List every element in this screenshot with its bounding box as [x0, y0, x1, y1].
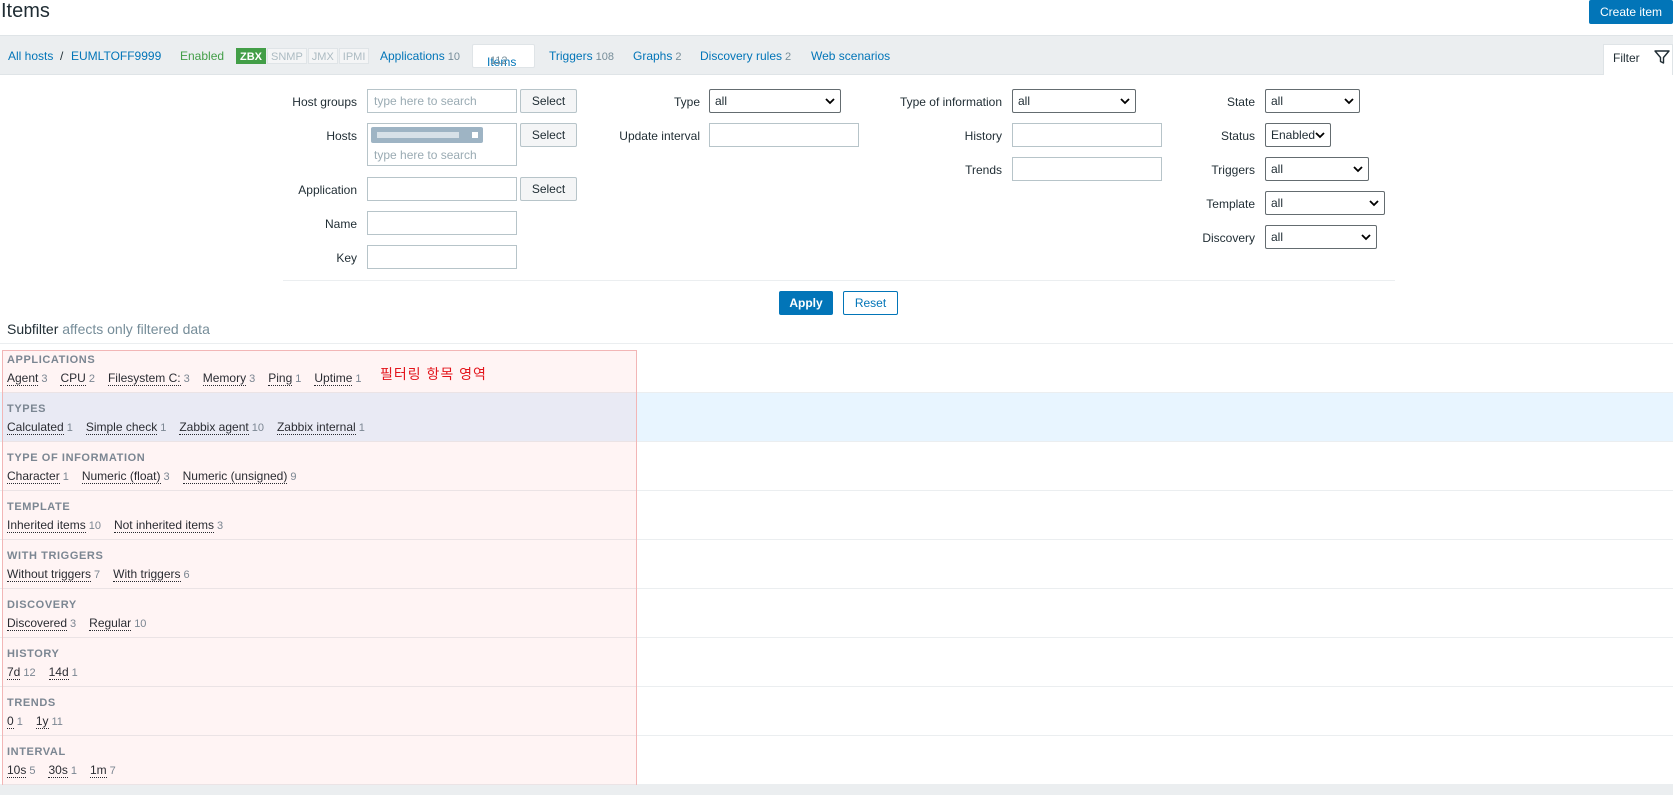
type-select-value: all — [715, 94, 728, 108]
subfilter-note: affects only filtered data — [62, 321, 210, 337]
tab-triggers[interactable]: Triggers 108 — [549, 49, 614, 63]
filter-toggle-tab[interactable]: Filter — [1603, 44, 1673, 77]
type-label: Type — [673, 95, 700, 109]
host-groups-label: Host groups — [292, 95, 357, 109]
template-select-value: all — [1271, 196, 1284, 210]
key-label: Key — [336, 251, 357, 265]
chevron-down-icon — [1369, 200, 1379, 207]
tab-discovery-rules[interactable]: Discovery rules 2 — [700, 49, 791, 63]
update-interval-input[interactable] — [709, 123, 859, 147]
triggers-label: Triggers — [1211, 163, 1255, 177]
type-select[interactable]: all — [709, 89, 841, 113]
application-select-button[interactable]: Select — [520, 177, 577, 201]
subfilter-heading: Subfilter affects only filtered data — [7, 321, 210, 337]
host-link[interactable]: EUMLTOFF9999 — [71, 49, 161, 63]
chevron-down-icon — [1344, 98, 1354, 105]
type-of-information-label: Type of information — [899, 95, 1002, 109]
page-title: Items — [1, 0, 50, 22]
state-label: State — [1226, 95, 1255, 109]
tab-graphs-label: Graphs — [633, 49, 673, 63]
tab-items[interactable]: Items 112 — [472, 44, 535, 69]
filter-panel: Host groups type here to search Select H… — [0, 75, 1673, 320]
chevron-down-icon — [1315, 132, 1325, 139]
application-label: Application — [298, 183, 357, 197]
update-interval-label: Update interval — [619, 129, 700, 143]
template-select[interactable]: all — [1265, 191, 1385, 215]
filter-icon — [1654, 50, 1670, 64]
items-page: Items Create item All hosts / EUMLTOFF99… — [0, 0, 1673, 795]
tab-triggers-label: Triggers — [549, 49, 593, 63]
tab-applications[interactable]: Applications 10 — [380, 49, 460, 63]
tab-applications-count: 10 — [447, 51, 460, 63]
discovery-select-value: all — [1271, 230, 1284, 244]
host-status-enabled[interactable]: Enabled — [180, 49, 224, 63]
triggers-select-value: all — [1271, 162, 1284, 176]
host-navigation: All hosts / EUMLTOFF9999 Enabled ZBX SNM… — [0, 35, 1673, 77]
redacted-host-name — [377, 132, 459, 138]
host-groups-select-button[interactable]: Select — [520, 89, 577, 113]
chevron-down-icon — [1361, 234, 1371, 241]
annotation-label: 필터링 항목 영역 — [380, 366, 487, 382]
tab-discovery-rules-label: Discovery rules — [700, 49, 783, 63]
highlight-overlay — [2, 350, 637, 790]
discovery-label: Discovery — [1202, 231, 1255, 245]
name-input[interactable] — [367, 211, 517, 235]
triggers-select[interactable]: all — [1265, 157, 1369, 181]
remove-chip-icon[interactable] — [472, 132, 478, 138]
history-input[interactable] — [1012, 123, 1162, 147]
hosts-select-button[interactable]: Select — [520, 123, 577, 147]
tab-graphs-count: 2 — [675, 51, 682, 63]
breadcrumb-separator: / — [60, 49, 64, 63]
history-label: History — [964, 129, 1002, 143]
create-item-button[interactable]: Create item — [1589, 0, 1673, 24]
ipmi-badge: IPMI — [338, 48, 370, 64]
application-input[interactable] — [367, 177, 517, 201]
type-of-information-select[interactable]: all — [1012, 89, 1136, 113]
tab-graphs[interactable]: Graphs 2 — [633, 49, 681, 63]
tab-web-scenarios-label: Web scenarios — [811, 49, 891, 63]
selected-host-chip[interactable] — [371, 127, 483, 143]
snmp-badge: SNMP — [267, 48, 307, 64]
status-select-value: Enabled — [1271, 128, 1316, 142]
availability-indicators: ZBX SNMP JMX IPMI — [236, 48, 370, 64]
page-header: Items Create item — [0, 0, 1673, 34]
name-label: Name — [324, 217, 357, 231]
subfilter-title: Subfilter — [7, 321, 59, 337]
reset-button[interactable]: Reset — [843, 291, 898, 315]
status-select[interactable]: Enabled — [1265, 123, 1331, 147]
tab-items-count: 112 — [490, 55, 508, 67]
apply-button[interactable]: Apply — [779, 291, 833, 315]
chevron-down-icon — [1353, 166, 1363, 173]
type-of-information-value: all — [1018, 94, 1031, 108]
template-label: Template — [1206, 197, 1255, 211]
hosts-search-placeholder[interactable]: type here to search — [374, 148, 477, 162]
tab-applications-label: Applications — [380, 49, 445, 63]
discovery-select[interactable]: all — [1265, 225, 1377, 249]
tab-web-scenarios[interactable]: Web scenarios — [811, 49, 890, 63]
trends-label: Trends — [965, 163, 1002, 177]
chevron-down-icon — [1120, 98, 1130, 105]
all-hosts-link[interactable]: All hosts — [8, 49, 53, 63]
zbx-badge: ZBX — [236, 48, 266, 64]
chevron-down-icon — [825, 98, 835, 105]
tab-discovery-rules-count: 2 — [785, 51, 792, 63]
status-label: Status — [1220, 129, 1255, 143]
bottom-strip — [0, 785, 1673, 795]
hosts-label: Hosts — [326, 129, 357, 143]
state-select[interactable]: all — [1265, 89, 1360, 113]
filter-divider — [283, 280, 1395, 281]
filter-tab-label: Filter — [1613, 51, 1640, 65]
trends-input[interactable] — [1012, 157, 1162, 181]
state-select-value: all — [1271, 94, 1284, 108]
jmx-badge: JMX — [307, 48, 338, 64]
tab-triggers-count: 108 — [595, 51, 614, 63]
hosts-multiselect[interactable]: type here to search — [367, 123, 517, 166]
host-groups-input[interactable]: type here to search — [367, 89, 517, 113]
key-input[interactable] — [367, 245, 517, 269]
